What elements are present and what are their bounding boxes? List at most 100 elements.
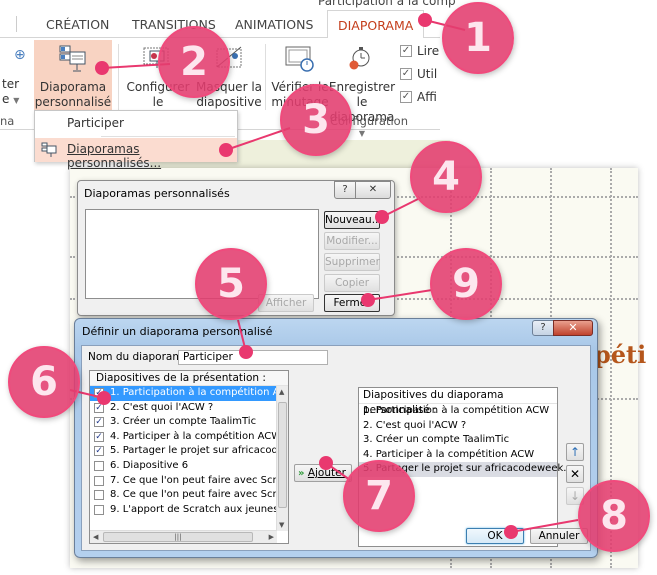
callout-anchor-5 [239, 345, 253, 359]
menu-item-label: Diaporamas personnalisés... [67, 142, 162, 170]
tab-animations[interactable]: ANIMATIONS [235, 17, 313, 32]
checkbox-lire[interactable]: ✓ Lire [400, 44, 439, 58]
callout-anchor-3 [219, 143, 233, 157]
slide-checkbox[interactable] [94, 475, 104, 486]
checkbox-icon[interactable]: ✓ [400, 68, 412, 80]
dialog-body: Nom du diaporama : Participer Diapositiv… [81, 345, 591, 551]
slide-label: 7. Ce que l'on peut faire avec Scratch [110, 474, 277, 486]
slide-checkbox[interactable] [94, 490, 104, 501]
slide-checkbox[interactable] [94, 504, 104, 515]
slide-checkbox[interactable]: ✓ [94, 417, 104, 428]
presentation-slide-item[interactable]: 9. L'apport de Scratch aux jeunes appren… [90, 503, 277, 518]
window-title: Participation à la comp [318, 0, 456, 8]
custom-show-slide-item[interactable]: 4. Participer à la compétition ACW [359, 448, 557, 463]
menu-item-custom-shows[interactable]: Diaporamas personnalisés... [35, 138, 237, 170]
callout-anchor-9 [361, 293, 375, 307]
partial-label-2: e [2, 92, 10, 106]
checkbox-affi[interactable]: ✓ Affi [400, 90, 437, 104]
dialog-title: Diaporamas personnalisés [84, 187, 230, 200]
close-x-icon: ✕ [569, 467, 581, 481]
callout-anchor-1 [418, 13, 432, 27]
globe-icon: ⊕ [14, 47, 26, 63]
checkbox-icon[interactable]: ✓ [400, 45, 412, 57]
close-button[interactable]: ✕ [553, 320, 593, 336]
horizontal-scrollbar[interactable]: ◀ ||| ▶ [90, 530, 277, 543]
callout-3: 3 [280, 84, 352, 156]
slide-label: 1. Participation à la compétition ACW [110, 387, 277, 398]
help-button[interactable]: ? [334, 181, 356, 199]
custom-show-slide-item[interactable]: 2. C'est quoi l'ACW ? [359, 419, 557, 434]
ribbon-tabbar: CRÉATION TRANSITIONS ANIMATIONS DIAPORAM… [0, 10, 440, 39]
remove-button[interactable]: Supprimer [324, 253, 380, 271]
new-button-label: Nouveau... [325, 214, 382, 226]
presentation-slide-item[interactable]: ✓ 5. Partager le projet sur africacodewee… [90, 444, 277, 459]
custom-show-label-1: Diaporama [39, 80, 107, 94]
double-arrow-icon: » [298, 468, 305, 479]
arrow-up-icon: ↑ [569, 445, 581, 459]
edit-button[interactable]: Modifier... [324, 232, 380, 250]
slide-checkbox[interactable]: ✓ [94, 446, 104, 457]
presentation-slide-item[interactable]: ✓ 2. C'est quoi l'ACW ? [90, 401, 277, 416]
vertical-scrollbar[interactable]: ▲ ▼ [276, 386, 288, 531]
callout-anchor-6 [97, 391, 111, 405]
scroll-down-icon[interactable]: ▼ [279, 521, 284, 529]
callout-5: 5 [195, 248, 267, 320]
slide-checkbox[interactable]: ✓ [94, 431, 104, 442]
custom-show-slide-item[interactable]: 1. Participation à la compétition ACW [359, 404, 557, 419]
slide-title-fragment: péti [594, 340, 647, 369]
callout-8: 8 [578, 480, 650, 552]
callout-4: 4 [410, 141, 482, 213]
group-separator [265, 44, 266, 110]
tab-diaporama[interactable]: DIAPORAMA [327, 10, 425, 39]
cancel-button[interactable]: Annuler [530, 528, 588, 544]
custom-show-icon [41, 142, 57, 157]
scroll-left-icon[interactable]: ◀ [93, 533, 98, 541]
scroll-thumb[interactable]: ||| [103, 532, 253, 542]
show-button[interactable]: Afficher [258, 294, 314, 312]
presentation-slide-item[interactable]: ✓1. Participation à la compétition ACW [90, 386, 277, 401]
partial-ribbon-button[interactable]: ⊕ ter e ▼ [0, 44, 30, 107]
callout-7: 7 [343, 460, 415, 532]
partial-label-1: ter [2, 77, 20, 91]
callout-anchor-2 [95, 61, 109, 75]
presentation-slide-item[interactable]: ✓ 4. Participer à la compétition ACW [90, 430, 277, 445]
callout-anchor-8 [504, 525, 518, 539]
presentation-slides-list[interactable]: Diapositives de la présentation : ✓1. Pa… [89, 370, 289, 544]
list-header: Diapositives de la présentation : [90, 371, 288, 386]
copy-button[interactable]: Copier [324, 274, 380, 292]
scroll-thumb[interactable] [278, 402, 287, 508]
help-button[interactable]: ? [532, 320, 554, 336]
presentation-slide-item[interactable]: ✓ 3. Créer un compte TaalimTic [90, 415, 277, 430]
record-show-icon [349, 47, 370, 70]
scroll-up-icon[interactable]: ▲ [279, 388, 284, 396]
checkbox-icon[interactable]: ✓ [400, 91, 412, 103]
list-header: Diapositives du diaporama personnalisé : [359, 388, 557, 416]
custom-show-label-2: personnalisé [34, 95, 112, 109]
callout-2: 2 [158, 26, 230, 98]
slide-label: 4. Participer à la compétition ACW [110, 430, 277, 442]
presentation-slide-item[interactable]: 7. Ce que l'on peut faire avec Scratch [90, 474, 277, 489]
show-name-input[interactable]: Participer [178, 350, 328, 365]
checkbox-label: Lire [417, 44, 440, 58]
slide-checkbox[interactable] [94, 460, 104, 471]
custom-show-dropdown: Participer Diaporamas personnalisés... [34, 110, 238, 170]
tab-creation[interactable]: CRÉATION [46, 17, 109, 32]
close-button[interactable]: ✕ [355, 181, 391, 199]
menu-item-participer[interactable]: Participer [35, 112, 237, 136]
slide-label: 6. Diapositive 6 [110, 459, 189, 471]
custom-show-slide-item[interactable]: 3. Créer un compte TaalimTic [359, 433, 557, 448]
new-button[interactable]: Nouveau... [324, 211, 382, 229]
scroll-right-icon[interactable]: ▶ [269, 533, 274, 541]
hide-label-2: diapositive [196, 95, 262, 109]
menu-separator [101, 136, 235, 137]
custom-show-button[interactable]: Diaporama personnalisé ▼ [34, 40, 112, 123]
slide-label: 8. Ce que l'on peut faire avec Scratch [110, 489, 277, 501]
presentation-slide-item[interactable]: 8. Ce que l'on peut faire avec Scratch [90, 488, 277, 503]
remove-slide-button[interactable]: ✕ [566, 465, 584, 483]
caret-icon: ▼ [358, 129, 366, 138]
checkbox-util[interactable]: ✓ Util [400, 67, 437, 81]
move-up-button[interactable]: ↑ [566, 443, 584, 461]
slide-label: 9. L'apport de Scratch aux jeunes appren… [110, 503, 277, 515]
presentation-slide-item[interactable]: 6. Diapositive 6 [90, 459, 277, 474]
callout-6: 6 [8, 346, 80, 418]
